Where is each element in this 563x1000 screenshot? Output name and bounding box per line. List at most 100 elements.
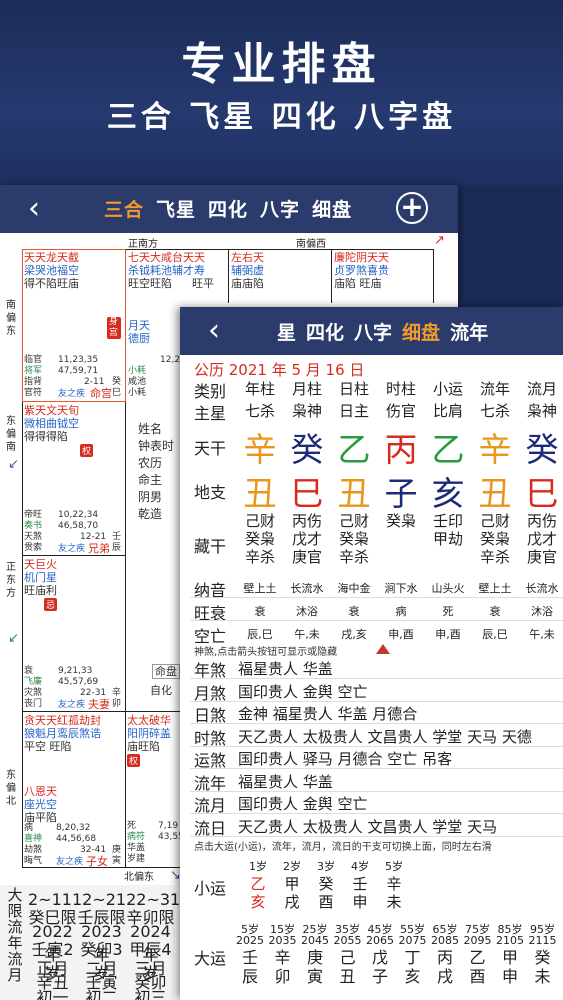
col-header: 流月 <box>526 380 557 398</box>
dayun-gan[interactable]: 丙 <box>427 948 463 967</box>
hero-banner: 专业排盘 三合 飞星 四化 八字盘 <box>0 0 563 185</box>
dayun-year: 2115 <box>528 934 557 947</box>
tiangan-char: 癸 <box>525 430 559 469</box>
xiaoyun-gan[interactable]: 辛 <box>379 875 409 893</box>
detail-screen: ‹ 星四化 八字 细盘 流年 公历 2021 年 5 月 16 日 类别 年柱 月柱 … <box>180 307 563 1000</box>
wangshuai-value: 沐浴 <box>296 605 318 618</box>
suiqian: 劫煞 <box>24 845 43 855</box>
palace-name[interactable]: 兄弟 <box>88 542 110 555</box>
back-icon[interactable]: ‹ <box>28 191 40 226</box>
stars-minor: 杀钺耗池辅才寿 <box>128 264 205 277</box>
dayun-zhi[interactable]: 丑 <box>330 967 366 986</box>
toggle-arrow-icon[interactable] <box>376 644 390 654</box>
dayun-zhi[interactable]: 子 <box>362 967 398 986</box>
stars-misc: 月天 <box>128 319 150 332</box>
mingpan-button[interactable]: 命盘 <box>152 664 180 679</box>
stars-main: 七天大咸台天天 <box>128 251 205 264</box>
kongwang-value: 申,酉 <box>388 628 414 641</box>
dayun-gan[interactable]: 辛 <box>265 948 301 967</box>
xiaoyun-gan[interactable]: 壬 <box>345 875 375 893</box>
changsheng: 病 <box>24 823 34 833</box>
dayun-gan[interactable]: 庚 <box>297 948 333 967</box>
direction-label: 正东方 <box>6 562 16 599</box>
table-row[interactable]: 初一 初二 初三 <box>28 984 175 1000</box>
tab-sanhe[interactable]: 三合 <box>104 199 144 221</box>
canggan-item: 辛杀 <box>244 548 275 566</box>
suiqian: 咸池 <box>128 377 147 387</box>
canggan-item: 癸枭 <box>338 530 369 548</box>
tab-feixing[interactable]: 飞星 <box>156 199 196 221</box>
stars-minor: 阳阴碎盖 <box>127 727 171 740</box>
wangshuai-value: 病 <box>395 605 407 618</box>
direction-label: 东偏南 <box>6 416 16 453</box>
dizhi-char: 亥 <box>431 474 465 513</box>
back-icon[interactable]: ‹ <box>208 313 220 348</box>
direction-label: 正南方 <box>128 239 158 250</box>
dayun-year: 2105 <box>496 934 524 947</box>
col-header: 时柱 <box>385 380 416 398</box>
palace-ganzhi: 辛卯 <box>112 688 122 709</box>
dayun-zhi[interactable]: 未 <box>525 967 561 986</box>
canggan-item: 戊才 <box>291 530 322 548</box>
tab-xipan[interactable]: 细盘 <box>312 199 352 221</box>
palace-name[interactable]: 夫妻 <box>88 698 110 711</box>
xiaoyun-zhi[interactable]: 亥 <box>243 893 273 911</box>
palace-name[interactable]: 子女 <box>86 855 108 868</box>
dayun-zhi[interactable]: 亥 <box>395 967 431 986</box>
sihua-badge: 权 <box>127 754 141 767</box>
tab-feixing[interactable]: 星 <box>277 322 296 344</box>
shensha-value: 天乙贵人 太极贵人 文昌贵人 学堂 天马 <box>238 817 498 836</box>
changsheng: 死 <box>127 821 137 831</box>
xiaoyun-zhi[interactable]: 申 <box>345 893 375 911</box>
sihua-badge: 忌 <box>44 598 58 611</box>
stars-main: 八恩天 <box>24 785 57 798</box>
palace-name[interactable]: 命宫 <box>90 387 112 400</box>
dayun-zhi[interactable]: 寅 <box>297 967 333 986</box>
changsheng: 临官 <box>24 355 43 365</box>
ages: 44,56,68 <box>56 834 97 844</box>
tab-liunian[interactable]: 流年 <box>450 322 488 344</box>
dayun-zhi[interactable]: 戌 <box>427 967 463 986</box>
ages: 47,59,71 <box>58 366 99 376</box>
dayun-gan[interactable]: 己 <box>330 948 366 967</box>
tab-xipan[interactable]: 细盘 <box>402 322 440 344</box>
xiaoyun-age: 2岁 <box>283 860 301 873</box>
dayun-gan[interactable]: 癸 <box>525 948 561 967</box>
row-label: 小运 <box>194 879 227 898</box>
col-header: 流年 <box>479 380 510 398</box>
xiaoyun-gan[interactable]: 甲 <box>277 875 307 893</box>
xiaoyun-zhi[interactable]: 戌 <box>277 893 307 911</box>
dayun-gan[interactable]: 丁 <box>395 948 431 967</box>
dayun-zhi[interactable]: 卯 <box>265 967 301 986</box>
dayun-zhi[interactable]: 辰 <box>232 967 268 986</box>
dayun-zhi[interactable]: 申 <box>492 967 528 986</box>
tab-sihua[interactable]: 四化 <box>208 199 248 221</box>
tiangan-char: 乙 <box>431 430 465 469</box>
dizhi-char: 丑 <box>478 474 512 513</box>
add-icon[interactable]: + <box>396 192 428 224</box>
tab-bazi[interactable]: 八字 <box>260 199 300 221</box>
info-mingzhu: 命主 <box>138 473 163 487</box>
tab-sihua[interactable]: 四化 <box>306 322 344 344</box>
dayun-gan[interactable]: 壬 <box>232 948 268 967</box>
xiaoyun-age: 1岁 <box>249 860 267 873</box>
col-header: 小运 <box>432 380 463 398</box>
suiqian: 华盖 <box>127 843 146 853</box>
tab-bazi[interactable]: 八字 <box>354 322 392 344</box>
dayun-zhi[interactable]: 酉 <box>460 967 496 986</box>
shensha-value: 金神 福星贵人 华盖 月德合 <box>238 705 418 723</box>
xiaoyun-gan[interactable]: 乙 <box>243 875 273 893</box>
xiaoyun-zhi[interactable]: 未 <box>379 893 409 911</box>
shen-palace-badge: 身宫 <box>107 317 121 339</box>
dayun-gan[interactable]: 戊 <box>362 948 398 967</box>
stars-minor: 狼魁月鸾辰煞诰 <box>24 727 101 740</box>
dayun-gan[interactable]: 甲 <box>492 948 528 967</box>
zihua-label: 自化 <box>150 684 172 697</box>
jiangqian: 晦气 <box>24 856 43 866</box>
xiaoyun-gan[interactable]: 癸 <box>311 875 341 893</box>
dayun-gan[interactable]: 乙 <box>460 948 496 967</box>
dayun-year: 2085 <box>431 934 459 947</box>
tiangan-char: 乙 <box>337 430 371 469</box>
ages: 10,22,34 <box>58 510 99 520</box>
xiaoyun-zhi[interactable]: 酉 <box>311 893 341 911</box>
